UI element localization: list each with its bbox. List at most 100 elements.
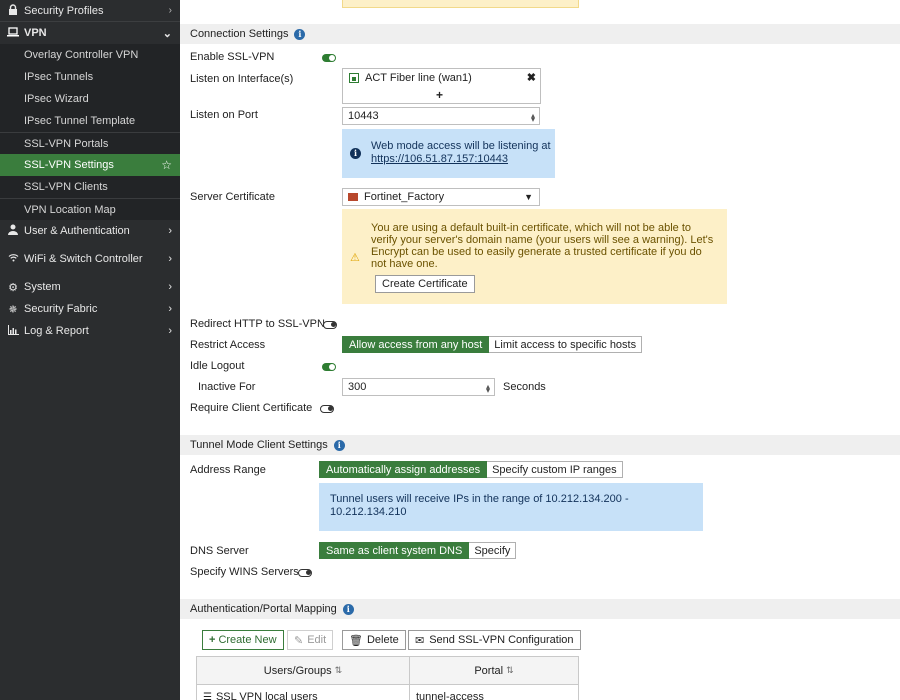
certificate-value: Fortinet_Factory (364, 191, 445, 203)
dns-server-label: DNS Server (190, 545, 249, 557)
user-icon (6, 224, 20, 238)
info-icon[interactable]: i (342, 603, 354, 615)
sidebar-item-ssl-vpn-portals[interactable]: SSL-VPN Portals (0, 132, 180, 154)
nav-wifi-switch[interactable]: WiFi & Switch Controller › (0, 242, 180, 276)
edit-button[interactable]: ✎ Edit (287, 630, 334, 650)
chevron-right-icon: › (168, 253, 172, 265)
send-config-button[interactable]: ✉ Send SSL-VPN Configuration (408, 630, 581, 650)
nav-log-report[interactable]: Log & Report › (0, 320, 180, 342)
allow-any-host-option[interactable]: Allow access from any host (342, 336, 490, 353)
nav-label: Log & Report (24, 325, 89, 337)
user-group-value: SSL VPN local users (215, 691, 318, 700)
redirect-http-toggle[interactable] (323, 321, 337, 329)
address-range-note: Tunnel users will receive IPs in the ran… (319, 483, 703, 531)
group-icon: ☰ (203, 691, 212, 700)
sidebar-item-ssl-vpn-clients[interactable]: SSL-VPN Clients (0, 176, 180, 198)
lock-icon (6, 3, 20, 18)
wins-servers-toggle[interactable] (298, 569, 312, 577)
sidebar-item-ipsec-wizard[interactable]: IPsec Wizard (0, 88, 180, 110)
dns-server-segmented: Same as client system DNS Specify (319, 542, 517, 559)
nav-label: IPsec Tunnel Template (24, 115, 136, 127)
limit-specific-hosts-option[interactable]: Limit access to specific hosts (489, 336, 643, 353)
spinner-down-icon[interactable]: ▾ (531, 115, 535, 124)
nav-security-profiles[interactable]: Security Profiles › (0, 0, 180, 22)
listen-port-label: Listen on Port (190, 109, 258, 121)
envelope-icon: ✉ (415, 634, 425, 647)
gear-icon: ⚙ (8, 281, 18, 294)
enable-ssl-vpn-label: Enable SSL-VPN (190, 51, 275, 63)
interface-icon (349, 73, 359, 83)
chevron-right-icon: › (168, 225, 172, 237)
laptop-icon (6, 26, 20, 40)
chevron-right-icon: › (168, 325, 172, 337)
custom-ip-ranges-option[interactable]: Specify custom IP ranges (487, 461, 623, 478)
trash-icon: 🗑︎ (349, 634, 363, 647)
nav-label: IPsec Wizard (24, 93, 89, 105)
seconds-label: Seconds (503, 381, 546, 393)
inactive-for-input[interactable]: 300 ▴ ▾ (342, 378, 495, 396)
wifi-icon (6, 253, 20, 265)
fabric-icon: ✵ (8, 303, 18, 316)
sidebar-item-vpn-location-map[interactable]: VPN Location Map (0, 198, 180, 220)
listen-port-input[interactable]: 10443 ▴ ▾ (342, 107, 540, 125)
sidebar-item-ipsec-tunnels[interactable]: IPsec Tunnels (0, 66, 180, 88)
delete-label: Delete (366, 634, 399, 646)
section-title: Connection Settings (190, 28, 289, 40)
chevron-right-icon: › (168, 5, 172, 16)
idle-logout-label: Idle Logout (190, 360, 245, 372)
nav-system[interactable]: ⚙ System › (0, 276, 180, 298)
same-as-client-dns-option[interactable]: Same as client system DNS (319, 542, 470, 559)
nav-label: Overlay Controller VPN (24, 49, 139, 61)
require-client-cert-label: Require Client Certificate (190, 402, 313, 414)
info-icon[interactable]: i (294, 28, 306, 40)
main-content: Connection Settings i Enable SSL-VPN Lis… (180, 0, 900, 700)
create-new-button[interactable]: + Create New (202, 630, 284, 650)
auto-assign-option[interactable]: Automatically assign addresses (319, 461, 488, 478)
nav-vpn[interactable]: VPN ⌄ (0, 22, 180, 44)
require-client-cert-toggle[interactable] (320, 405, 334, 413)
column-portal[interactable]: Portal ⇅ (410, 657, 578, 684)
sidebar: Security Profiles › VPN ⌄ Overlay Contro… (0, 0, 180, 700)
section-title: Authentication/Portal Mapping (190, 603, 337, 615)
pencil-icon: ✎ (294, 634, 304, 647)
web-mode-text: Web mode access will be listening at (371, 140, 551, 152)
sidebar-item-ipsec-tunnel-template[interactable]: IPsec Tunnel Template (0, 110, 180, 132)
web-mode-note: i Web mode access will be listening at h… (342, 129, 555, 178)
nav-label: SSL-VPN Settings (24, 159, 114, 171)
nav-security-fabric[interactable]: ✵ Security Fabric › (0, 298, 180, 320)
column-label: Users/Groups (263, 664, 332, 677)
sidebar-item-overlay-controller-vpn[interactable]: Overlay Controller VPN (0, 44, 180, 66)
specify-dns-option[interactable]: Specify (469, 542, 517, 559)
create-new-label: Create New (218, 634, 277, 646)
star-icon[interactable]: ☆ (161, 158, 172, 172)
mapping-table: Users/Groups ⇅ Portal ⇅ ☰ SSL VPN local … (196, 656, 579, 700)
table-row[interactable]: ☰ SSL VPN local users tunnel-access (197, 685, 578, 700)
certificate-warning-text: You are using a default built-in certifi… (371, 222, 714, 270)
caret-down-icon: ▼ (524, 192, 533, 202)
nav-label: VPN Location Map (24, 203, 116, 216)
listen-interface-label: Listen on Interface(s) (190, 73, 294, 85)
wins-servers-label: Specify WINS Servers (190, 566, 299, 578)
nav-user-authentication[interactable]: User & Authentication › (0, 220, 180, 242)
idle-logout-toggle[interactable] (322, 363, 336, 371)
web-mode-link[interactable]: https://106.51.87.157:10443 (371, 153, 551, 166)
spinner-down-icon[interactable]: ▾ (486, 386, 490, 395)
nav-label: Security Fabric (24, 303, 98, 315)
create-certificate-button[interactable]: Create Certificate (375, 275, 475, 293)
send-config-label: Send SSL-VPN Configuration (429, 634, 574, 646)
enable-ssl-vpn-toggle[interactable] (322, 54, 336, 62)
info-icon[interactable]: i (333, 439, 345, 451)
close-icon[interactable]: ✖ (527, 71, 536, 84)
sort-icon: ⇅ (334, 665, 343, 675)
add-interface-button[interactable]: + (436, 88, 443, 102)
server-certificate-select[interactable]: Fortinet_Factory ▼ (342, 188, 540, 206)
column-users-groups[interactable]: Users/Groups ⇅ (197, 657, 410, 684)
edit-label: Edit (307, 634, 327, 646)
address-range-label: Address Range (190, 464, 266, 476)
interface-selector[interactable]: ACT Fiber line (wan1) ✖ + (342, 68, 541, 104)
connection-settings-header: Connection Settings i (180, 24, 900, 44)
delete-button[interactable]: 🗑︎ Delete (342, 630, 406, 650)
chart-icon (6, 324, 20, 338)
warning-icon: ⚠ (350, 252, 360, 264)
sidebar-item-ssl-vpn-settings[interactable]: SSL-VPN Settings ☆ (0, 154, 180, 176)
